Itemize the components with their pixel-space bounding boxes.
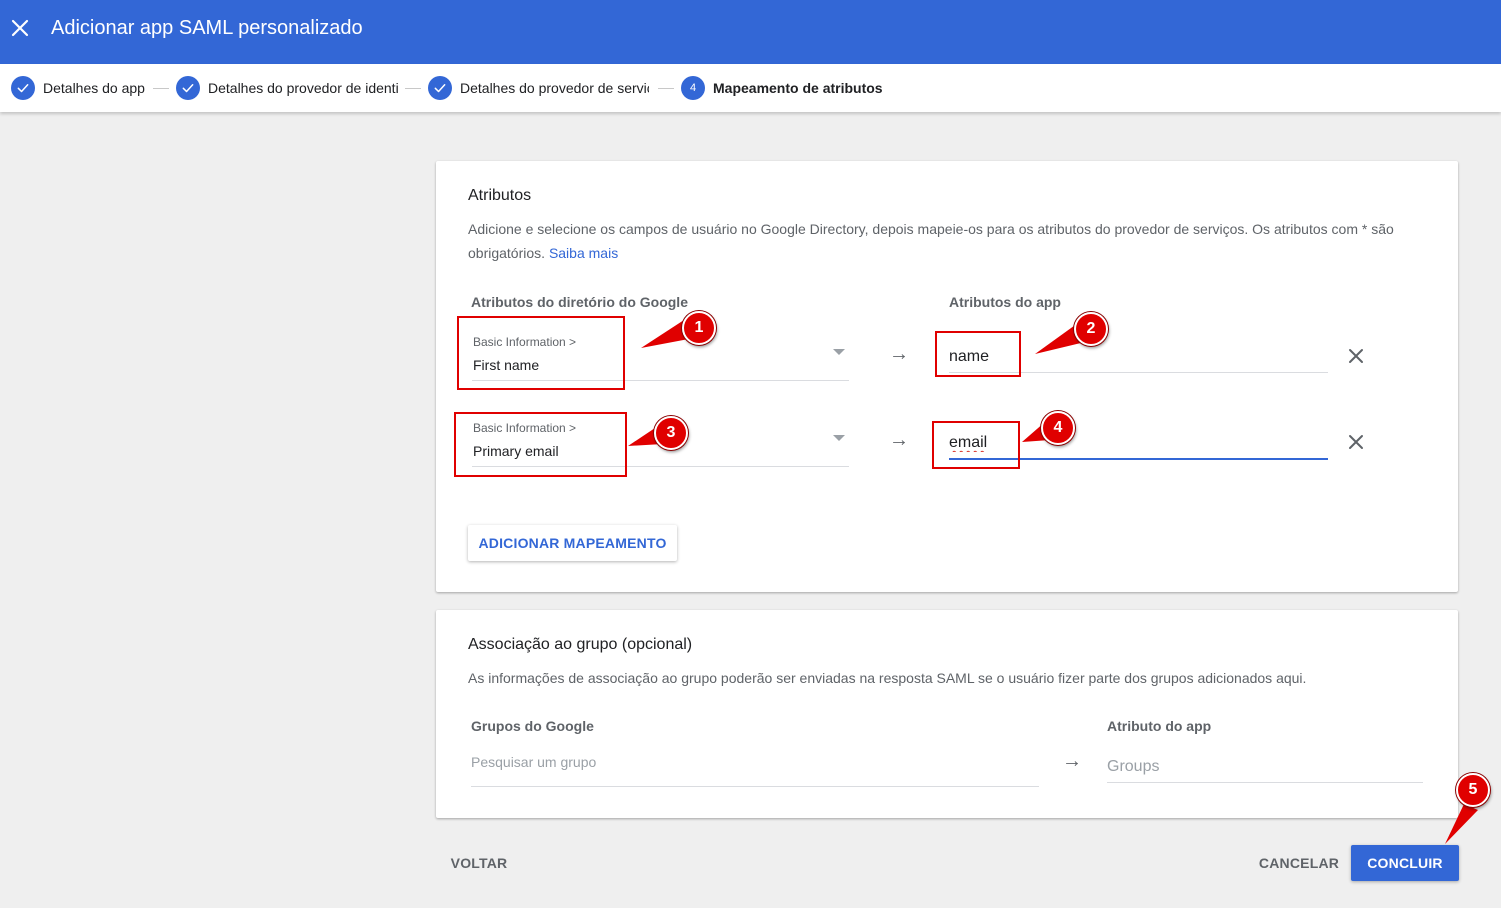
step-connector — [153, 88, 169, 89]
group-attribute-input[interactable] — [1107, 758, 1423, 776]
check-icon — [11, 76, 35, 100]
step-idp-details[interactable]: Detalhes do provedor de identi — [176, 76, 398, 100]
finish-button[interactable]: CONCLUIR — [1351, 845, 1459, 881]
add-mapping-button[interactable]: ADICIONAR MAPEAMENTO — [468, 525, 677, 561]
step-connector — [405, 88, 421, 89]
app-bar: Adicionar app SAML personalizado — [0, 0, 1501, 64]
google-attribute-select[interactable]: Basic Information > First name — [472, 325, 849, 381]
step-connector — [658, 88, 674, 89]
attributes-title: Atributos — [468, 187, 532, 204]
arrow-right-icon: → — [1062, 750, 1082, 772]
group-description: As informações de associação ao grupo po… — [468, 670, 1307, 686]
remove-mapping-icon[interactable] — [1344, 430, 1368, 454]
step-label: Detalhes do app — [43, 80, 145, 96]
google-groups-header: Grupos do Google — [471, 718, 594, 734]
check-icon — [428, 76, 452, 100]
dropdown-arrow-icon — [833, 435, 845, 441]
group-attribute-field[interactable] — [1107, 758, 1423, 783]
step-label: Mapeamento de atributos — [713, 80, 883, 96]
back-button[interactable]: VOLTAR — [446, 845, 512, 881]
learn-more-link[interactable]: Saiba mais — [549, 245, 618, 261]
app-attribute-header: Atributo do app — [1107, 718, 1212, 734]
check-icon — [176, 76, 200, 100]
group-search-field[interactable] — [471, 754, 1039, 787]
step-attribute-mapping[interactable]: 4 Mapeamento de atributos — [681, 76, 883, 100]
group-membership-card: Associação ao grupo (opcional) As inform… — [436, 610, 1458, 818]
app-attribute-field[interactable] — [949, 434, 1328, 458]
app-attribute-input[interactable] — [949, 434, 1328, 460]
attribute-value: First name — [473, 357, 540, 373]
attribute-category: Basic Information > — [473, 335, 577, 349]
page-title: Adicionar app SAML personalizado — [51, 17, 363, 39]
group-title: Associação ao grupo (opcional) — [468, 636, 693, 653]
step-label: Detalhes do provedor de serviç — [460, 80, 649, 96]
dropdown-arrow-icon — [833, 349, 845, 355]
step-sp-details[interactable]: Detalhes do provedor de serviç — [428, 76, 649, 100]
attribute-value: Primary email — [473, 443, 559, 459]
group-search-input[interactable] — [471, 754, 1039, 770]
app-attributes-header: Atributos do app — [949, 294, 1061, 310]
app-attribute-field[interactable] — [949, 348, 1328, 372]
close-icon[interactable] — [8, 16, 32, 40]
arrow-right-icon: → — [889, 429, 909, 451]
annotation-marker: 5 — [1456, 773, 1490, 807]
step-number-badge: 4 — [681, 76, 705, 100]
stepper: Detalhes do app Detalhes do provedor de … — [0, 64, 1501, 112]
remove-mapping-icon[interactable] — [1344, 344, 1368, 368]
app-attribute-input[interactable] — [949, 348, 1328, 373]
step-label: Detalhes do provedor de identi — [208, 80, 398, 96]
cancel-button[interactable]: CANCELAR — [1256, 845, 1342, 881]
attribute-category: Basic Information > — [473, 421, 577, 435]
arrow-right-icon: → — [889, 343, 909, 365]
attributes-description: Adicione e selecione os campos de usuári… — [468, 221, 1394, 261]
google-attribute-select[interactable]: Basic Information > Primary email — [472, 411, 849, 467]
step-app-details[interactable]: Detalhes do app — [11, 76, 145, 100]
google-attributes-header: Atributos do diretório do Google — [471, 294, 688, 310]
attributes-card: Atributos Adicione e selecione os campos… — [436, 161, 1458, 592]
